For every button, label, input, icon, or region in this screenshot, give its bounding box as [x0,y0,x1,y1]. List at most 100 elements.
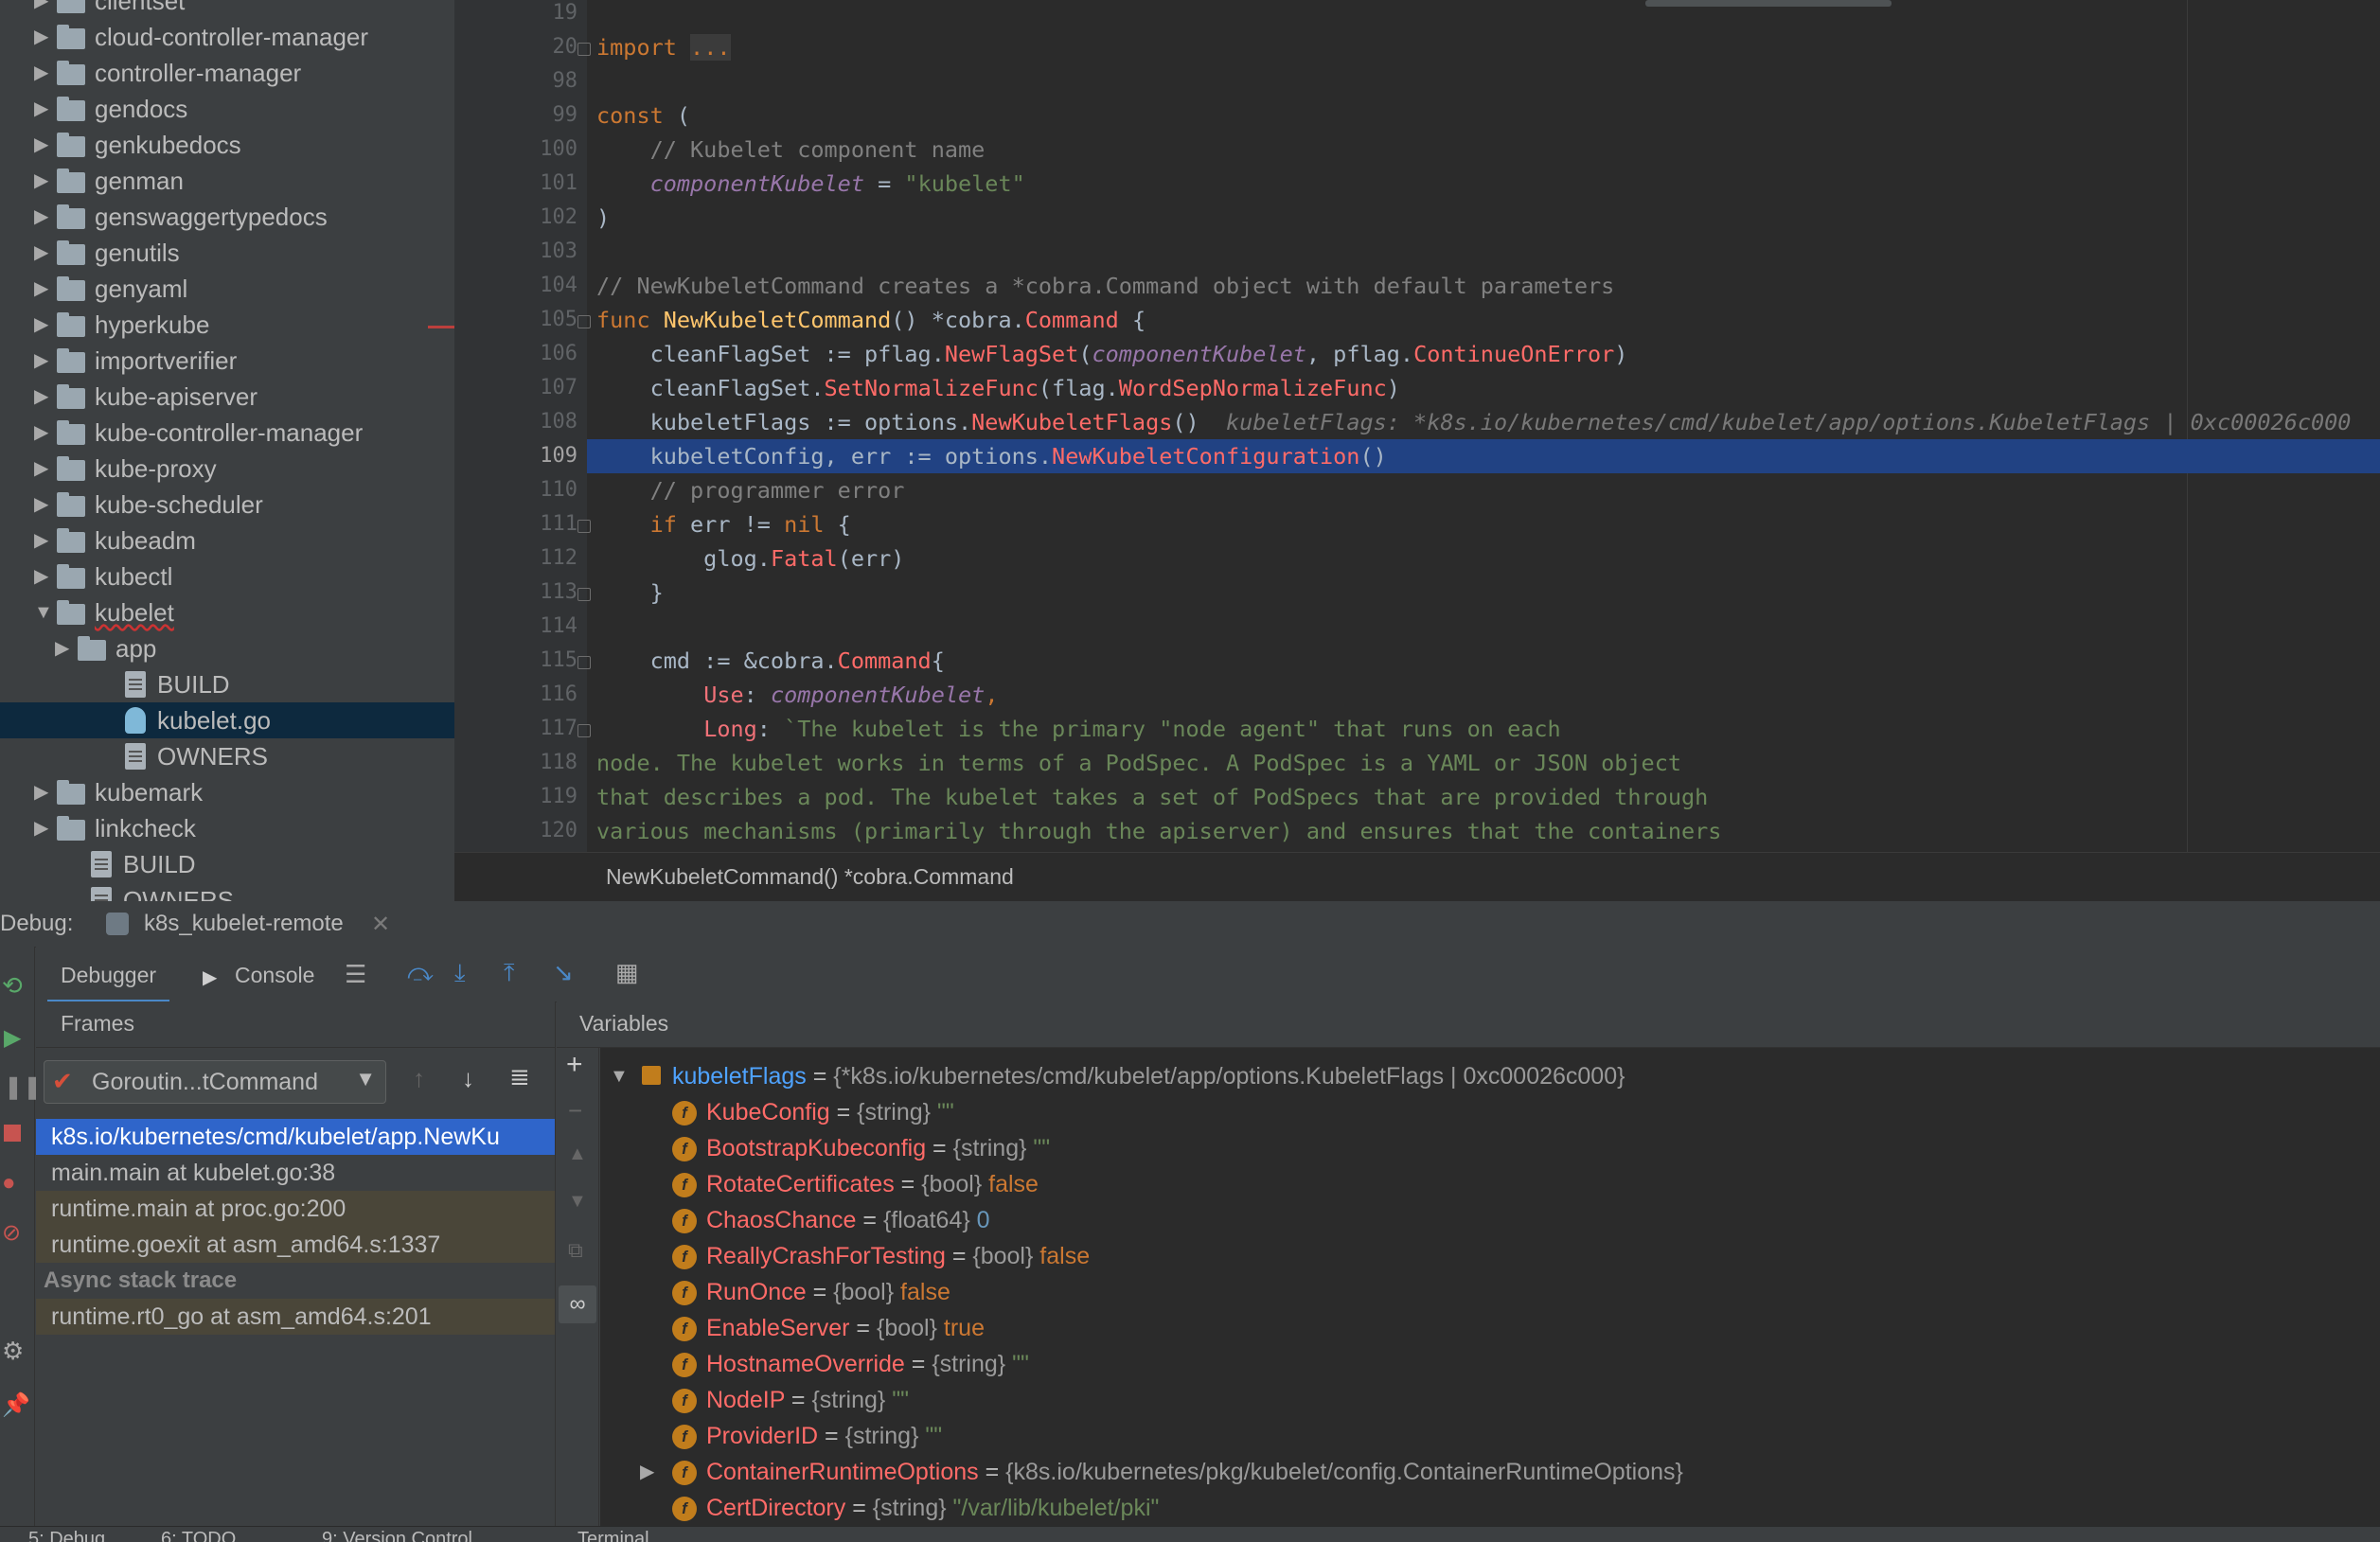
chevron-right-icon[interactable]: ▶ [34,523,48,558]
variable-row[interactable]: f BootstrapKubeconfig = {string} "" [672,1130,1050,1166]
debug-session-tab[interactable]: k8s_kubelet-remote [144,911,344,937]
tree-item[interactable]: ▶ kubeadm [0,523,454,558]
breadcrumb-label[interactable]: NewKubeletCommand() *cobra.Command [606,864,1014,890]
arrow-down-icon[interactable]: ↓ [462,1064,474,1093]
chevron-right-icon[interactable]: ▶ [34,271,48,307]
code-line-110[interactable]: // programmer error [596,473,905,507]
chevron-right-icon[interactable]: ▶ [34,163,48,199]
line-number[interactable]: 106 [464,337,577,371]
line-number[interactable]: 115 [464,644,577,678]
fold-marker[interactable] [577,43,591,56]
tool-window-tab[interactable]: Terminal [577,1529,649,1542]
folded-imports[interactable]: ... [690,34,731,61]
tree-item[interactable]: ▶ controller-manager [0,55,454,91]
chevron-right-icon[interactable]: ▶ [34,810,48,846]
tree-item[interactable]: ▶ kubectl [0,558,454,594]
chevron-right-icon[interactable]: ▶ [34,415,48,451]
tree-item[interactable]: ▶ genyaml [0,271,454,307]
fold-marker[interactable] [577,724,591,737]
arrow-up-icon[interactable]: ↑ [413,1064,425,1093]
tree-item[interactable]: BUILD [0,666,454,702]
chevron-right-icon[interactable]: ▶ [34,55,48,91]
variable-row[interactable]: f EnableServer = {bool} true [672,1310,985,1346]
line-number[interactable]: 108 [464,405,577,439]
move-up-icon[interactable]: ▲ [568,1143,587,1165]
line-number[interactable]: 99 [464,98,578,133]
line-number[interactable]: 101 [464,167,577,201]
code-line-100[interactable]: // Kubelet component name [596,133,986,167]
chevron-right-icon[interactable]: ▶ [34,774,48,810]
variable-row[interactable]: f KubeConfig = {string} "" [672,1094,954,1130]
line-number[interactable]: 104 [464,269,577,303]
line-number[interactable]: 20 [464,30,578,64]
line-number[interactable]: 117 [464,712,577,746]
stack-frame[interactable]: runtime.goexit at asm_amd64.s:1337 [36,1227,555,1263]
tab-debugger[interactable]: Debugger [46,954,170,1003]
line-number[interactable]: 110 [464,473,577,507]
variable-row[interactable]: f NodeIP = {string} "" [672,1382,909,1418]
code-line-113[interactable]: } [596,576,664,610]
variable-row[interactable]: f ChaosChance = {float64} 0 [672,1202,990,1238]
code-editor[interactable]: 19 20 98 99 100 101 102 103 104 105 106 107 108 109 11… [454,0,2380,901]
variable-row[interactable]: f RotateCertificates = {bool} false [672,1166,1039,1202]
chevron-right-icon[interactable]: ▶ [34,0,48,19]
variable-row[interactable]: f RunOnce = {bool} false [672,1274,950,1310]
pin-icon[interactable]: 📌 [2,1391,30,1419]
tree-item[interactable]: ▶ genman [0,163,454,199]
tree-item[interactable]: ▶ linkcheck [0,810,454,846]
tree-item[interactable]: ▶ genkubedocs [0,127,454,163]
chevron-down-icon[interactable]: ▼ [34,594,53,630]
chevron-right-icon[interactable]: ▶ [34,199,48,235]
chevron-right-icon[interactable]: ▶ [640,1454,654,1490]
settings-icon[interactable]: ⚙ [2,1337,24,1366]
code-line-101[interactable]: componentKubelet = "kubelet" [596,167,1025,201]
variable-row[interactable]: f CertDirectory = {string} "/var/lib/kube… [672,1490,1159,1526]
tree-item[interactable]: ▶ app [0,630,454,666]
copy-icon[interactable]: ⧉ [568,1238,583,1263]
code-line-99[interactable]: const ( [596,98,690,133]
chevron-right-icon[interactable]: ▶ [55,630,69,666]
line-number[interactable]: 102 [464,201,577,235]
remove-watch-icon[interactable]: − [568,1096,582,1125]
tree-item[interactable]: kubelet.go [0,702,454,738]
line-number[interactable]: 103 [464,235,577,269]
code-line-106[interactable]: cleanFlagSet := pflag.NewFlagSet(compone… [596,337,1628,371]
resume-icon[interactable]: ▶ [4,1024,21,1052]
tree-item[interactable]: ▶ hyperkube [0,307,454,343]
chevron-right-icon[interactable]: ▶ [34,91,48,127]
add-watch-icon[interactable]: + [566,1049,583,1081]
line-number[interactable]: 105 [464,303,577,337]
run-to-cursor-icon[interactable]: ↘ [553,958,574,987]
chevron-right-icon[interactable]: ▶ [34,558,48,594]
tab-console[interactable]: Console [235,954,314,996]
tree-item[interactable]: ▶ clientset [0,0,454,19]
evaluate-expression-icon[interactable]: ▦ [615,958,639,987]
fold-marker[interactable] [577,588,591,601]
chevron-right-icon[interactable]: ▶ [34,235,48,271]
line-number[interactable]: 118 [464,746,577,780]
stop-icon[interactable] [4,1125,21,1142]
chevron-right-icon[interactable]: ▶ [34,379,48,415]
step-over-icon[interactable]: ⤼ [407,958,434,988]
line-number[interactable]: 109 [464,439,577,473]
code-line-117[interactable]: Long: `The kubelet is the primary "node … [596,712,1561,746]
code-line-119[interactable]: that describes a pod. The kubelet takes … [596,780,1708,814]
line-number[interactable]: 112 [464,541,577,576]
fold-marker[interactable] [577,656,591,669]
variable-row[interactable]: ▶ f ContainerRuntimeOptions = {k8s.io/kube… [640,1454,1683,1490]
tree-item[interactable]: ▶ importverifier [0,343,454,379]
inline-debug-value[interactable]: kubeletFlags: *k8s.io/kubernetes/cmd/kub… [1199,409,2351,435]
code-line-120[interactable]: various mechanisms (primarily through th… [596,814,1721,848]
tree-item[interactable]: OWNERS [0,882,454,901]
tree-item[interactable]: ▶ genswaggertypedocs [0,199,454,235]
variable-row[interactable]: f ProviderID = {string} "" [672,1418,942,1454]
tree-item[interactable]: ▶ kube-proxy [0,451,454,487]
line-number[interactable]: 116 [464,678,577,712]
tree-item[interactable]: ▶ kubemark [0,774,454,810]
close-icon[interactable]: ✕ [371,911,390,938]
stack-frame[interactable]: k8s.io/kubernetes/cmd/kubelet/app.NewKu [36,1119,555,1155]
code-line-102[interactable]: ) [596,201,610,235]
tree-item[interactable]: ▼ kubelet [0,594,454,630]
tree-item[interactable]: OWNERS [0,738,454,774]
mute-breakpoints-icon[interactable]: ⊘ [2,1219,21,1247]
